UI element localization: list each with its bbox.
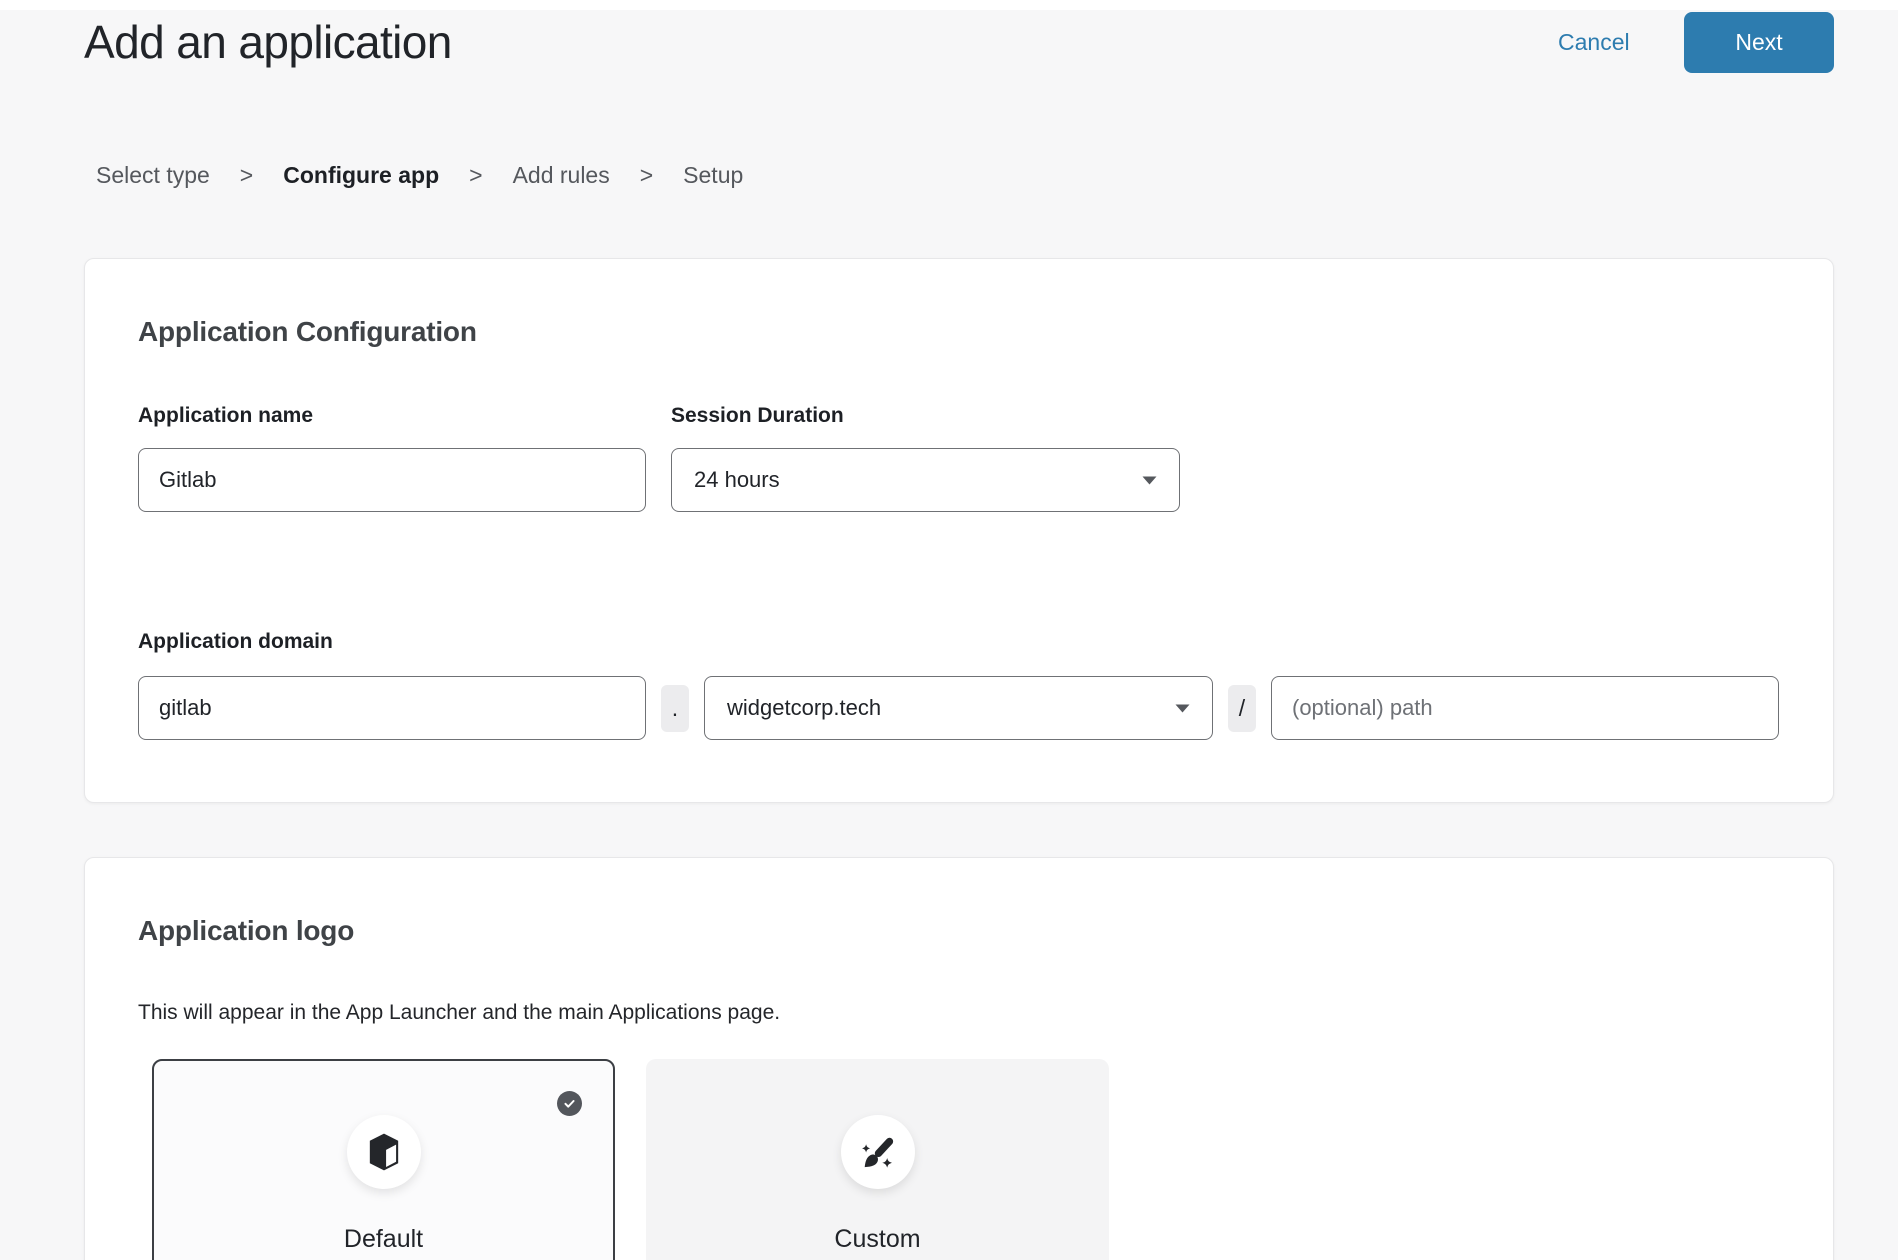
next-button[interactable]: Next [1684,12,1834,73]
step-setup: Setup [683,161,743,189]
application-logo-card: Application logo This will appear in the… [84,857,1834,1260]
add-application-page: Add an application Cancel Next Select ty… [0,0,1898,1260]
page-title: Add an application [84,16,452,69]
path-input[interactable] [1271,676,1779,740]
breadcrumb-separator: > [469,161,482,189]
application-domain-label: Application domain [138,629,333,654]
default-logo-circle [347,1115,421,1189]
session-duration-select[interactable]: 24 hours [671,448,1180,512]
application-name-input[interactable] [138,448,646,512]
subdomain-input[interactable] [138,676,646,740]
top-strip [0,0,1898,10]
logo-options: Default Custom [152,1059,1109,1260]
domain-select-value: widgetcorp.tech [727,695,881,721]
application-domain-field: Application domain [138,629,333,654]
step-select-type: Select type [96,161,210,189]
application-configuration-card: Application Configuration Application na… [84,258,1834,803]
breadcrumb: Select type > Configure app > Add rules … [96,161,743,189]
step-add-rules: Add rules [513,161,610,189]
chevron-down-icon [1142,476,1157,485]
step-configure-app: Configure app [283,161,439,189]
logo-option-default[interactable]: Default [152,1059,615,1260]
session-duration-value: 24 hours [694,467,780,493]
application-domain-row: . widgetcorp.tech / [138,676,1779,740]
logo-option-label: Default [344,1225,423,1253]
selected-badge [557,1091,582,1116]
application-logo-description: This will appear in the App Launcher and… [138,1000,780,1026]
session-duration-field: Session Duration 24 hours [671,403,1180,512]
cube-icon [364,1130,404,1174]
application-logo-heading: Application logo [138,916,354,946]
logo-option-custom[interactable]: Custom [646,1059,1109,1260]
custom-logo-circle [841,1115,915,1189]
chevron-down-icon [1175,704,1190,713]
application-configuration-heading: Application Configuration [138,317,477,347]
breadcrumb-separator: > [640,161,653,189]
slash-separator: / [1228,685,1256,732]
logo-option-label: Custom [834,1225,920,1253]
breadcrumb-separator: > [240,161,253,189]
paintbrush-icon [856,1130,900,1174]
domain-select[interactable]: widgetcorp.tech [704,676,1213,740]
session-duration-label: Session Duration [671,403,1180,428]
application-name-field: Application name [138,403,646,512]
dot-separator: . [661,685,689,732]
cancel-button[interactable]: Cancel [1558,29,1630,55]
check-icon [562,1096,577,1111]
application-name-label: Application name [138,403,646,428]
